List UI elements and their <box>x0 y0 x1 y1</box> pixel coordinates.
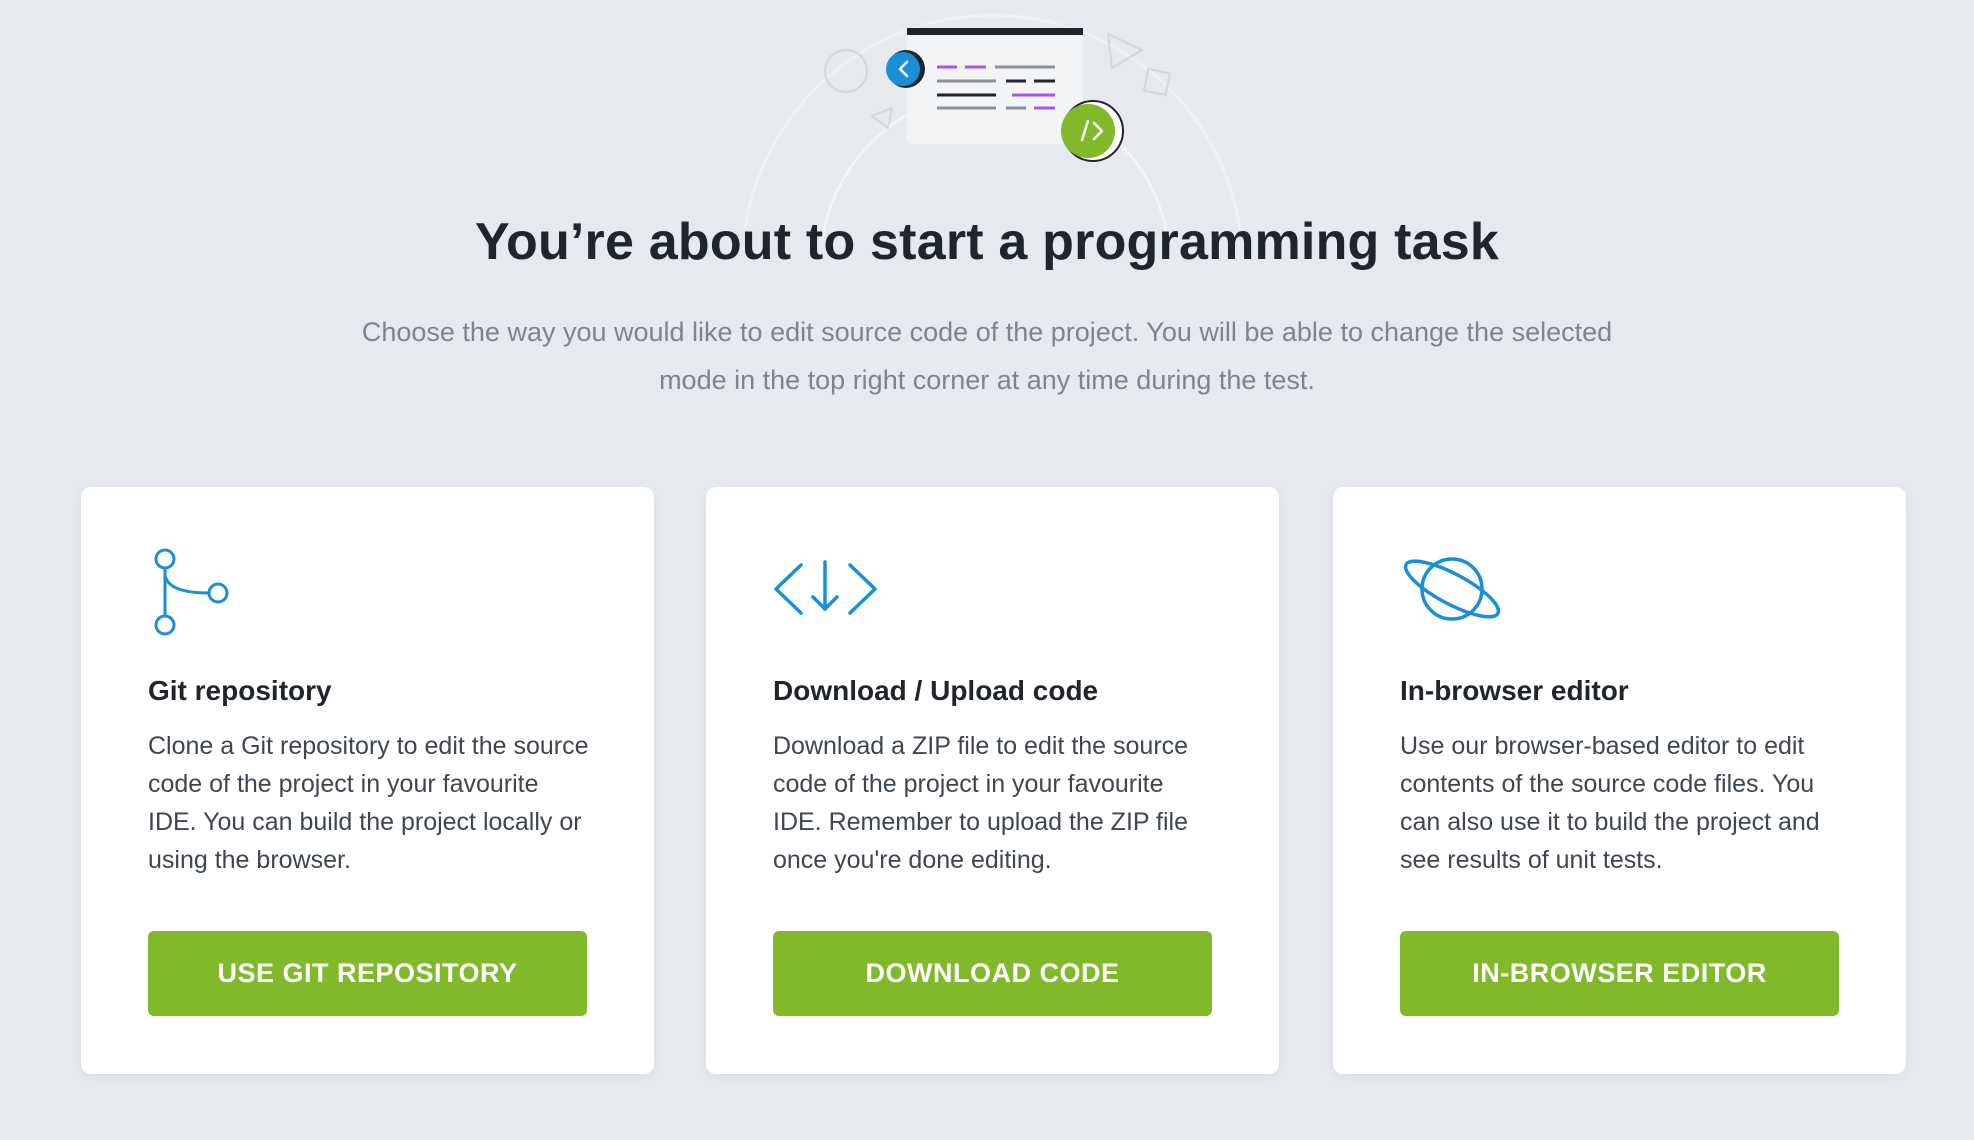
page-title: You’re about to start a programming task <box>474 213 1500 271</box>
option-card-download: Download / Upload code Download a ZIP fi… <box>706 487 1279 1074</box>
hero: You’re about to start a programming task… <box>0 0 1974 420</box>
option-description: Use our browser-based editor to edit con… <box>1400 732 1820 874</box>
option-title: Download / Upload code <box>773 675 1099 706</box>
option-card-git: Git repository Clone a Git repository to… <box>81 487 654 1074</box>
download-code-button[interactable]: DOWNLOAD CODE <box>773 931 1212 1016</box>
use-git-repository-button[interactable]: USE GIT REPOSITORY <box>148 931 587 1016</box>
git-branch-icon <box>154 548 229 636</box>
option-card-browser-editor: In-browser editor Use our browser-based … <box>1333 487 1906 1074</box>
option-description: Clone a Git repository to edit the sourc… <box>148 732 589 874</box>
option-title: In-browser editor <box>1400 675 1629 706</box>
in-browser-editor-button[interactable]: IN-BROWSER EDITOR <box>1400 931 1839 1016</box>
page-subtitle: Choose the way you would like to edit so… <box>361 317 1613 395</box>
download-code-icon <box>774 560 877 615</box>
option-description: Download a ZIP file to edit the source c… <box>773 732 1189 874</box>
planet-icon <box>1403 557 1501 621</box>
option-title: Git repository <box>148 675 332 706</box>
